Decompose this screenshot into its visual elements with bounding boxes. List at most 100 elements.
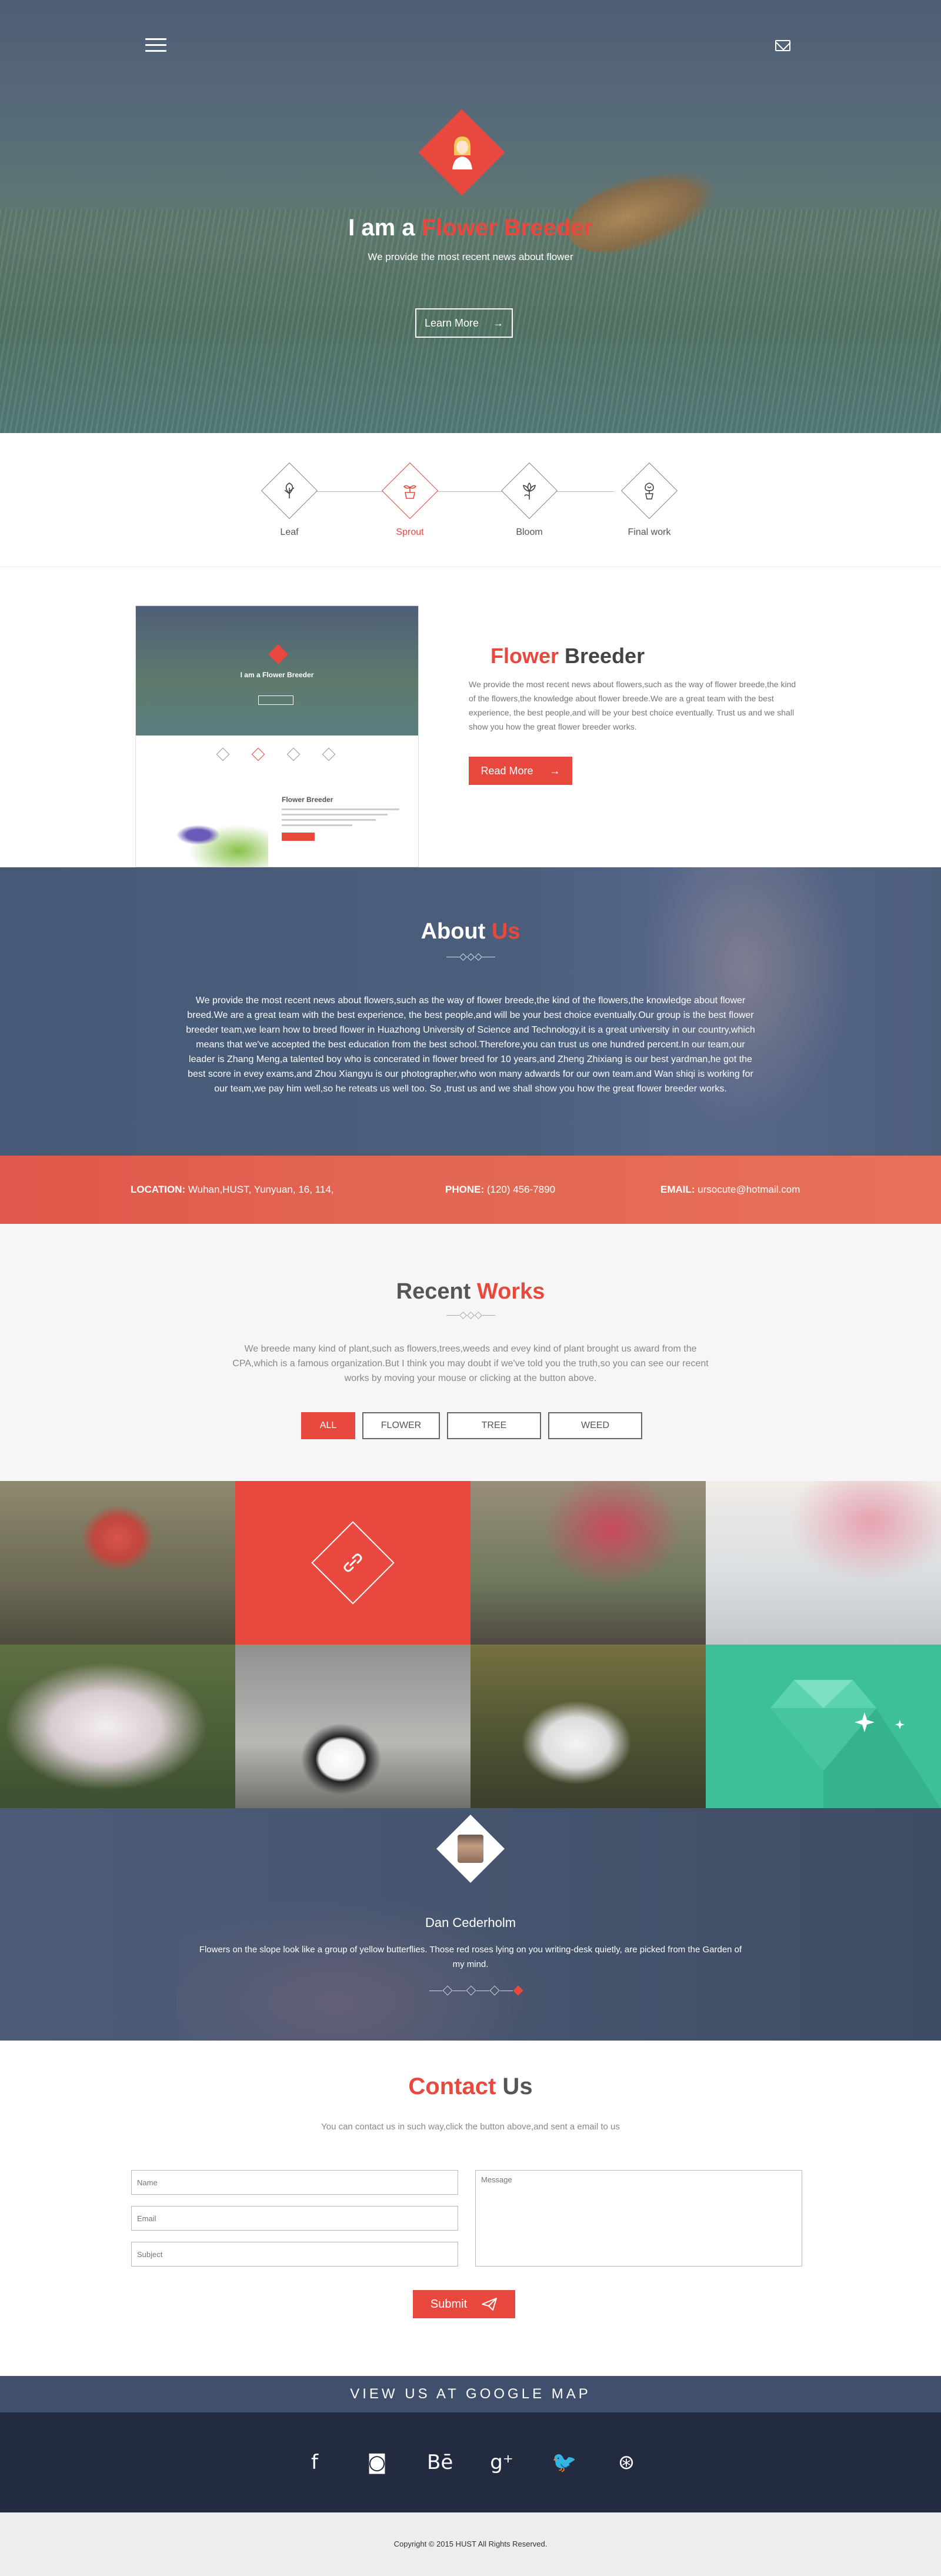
step-leaf[interactable]: Leaf bbox=[254, 462, 325, 538]
read-more-label: Read More bbox=[480, 764, 533, 777]
mockup-hero: I am a Flower Breeder bbox=[136, 606, 418, 735]
paper-plane-icon bbox=[482, 2298, 498, 2311]
read-more-button[interactable]: Read More → bbox=[469, 757, 572, 785]
google-map-button[interactable]: VIEW US AT GOOGLE MAP bbox=[0, 2376, 941, 2412]
copyright: Copyright © 2015 HUST All Rights Reserve… bbox=[0, 2512, 941, 2576]
leaf-icon bbox=[284, 482, 295, 498]
mockup-flower-image bbox=[168, 814, 268, 867]
coffee-cup-photo[interactable] bbox=[235, 1645, 470, 1808]
step-label: Bloom bbox=[516, 527, 543, 537]
pager-dot[interactable] bbox=[489, 1985, 500, 1996]
hero-subtitle: We provide the most recent news about fl… bbox=[368, 251, 573, 262]
contact-title: Contact Us bbox=[0, 2074, 941, 2100]
gallery-hover-tile[interactable] bbox=[235, 1481, 470, 1645]
step-label: Sprout bbox=[396, 527, 424, 537]
diamond-graphic-tile[interactable] bbox=[706, 1645, 941, 1808]
about-title-accent: Us bbox=[491, 919, 520, 944]
recent-works-section: Recent Works We breede many kind of plan… bbox=[0, 1224, 941, 1481]
works-title-accent: Works bbox=[476, 1279, 545, 1304]
arrow-right-icon: → bbox=[493, 317, 504, 329]
hero-title-accent: Flower Breeder bbox=[421, 215, 593, 241]
hero-title: I am a Flower Breeder bbox=[0, 215, 941, 241]
mockup-read-more-button bbox=[282, 833, 315, 841]
arrow-right-icon: → bbox=[549, 764, 560, 777]
breeder-description: We provide the most recent news about fl… bbox=[469, 680, 796, 731]
location-label: LOCATION: bbox=[131, 1184, 186, 1195]
testimonial-avatar bbox=[458, 1835, 483, 1863]
contact-info-bar: LOCATION: Wuhan,HUST, Yunyuan, 16, 114, … bbox=[0, 1156, 941, 1224]
bloom-icon bbox=[523, 482, 536, 500]
pager-dot[interactable] bbox=[466, 1985, 476, 1996]
white-lilac-photo[interactable] bbox=[0, 1645, 235, 1808]
social-links: f ◙ Bē g⁺ 🐦 ⊛ bbox=[0, 2412, 941, 2512]
testimonial-pager bbox=[429, 1985, 523, 1996]
subject-field[interactable] bbox=[131, 2242, 458, 2267]
learn-more-label: Learn More bbox=[424, 317, 479, 329]
phone-info: PHONE: (120) 456-7890 bbox=[445, 1184, 555, 1196]
twitter-icon[interactable]: 🐦 bbox=[552, 2451, 576, 2474]
works-title: Recent Works bbox=[0, 1279, 941, 1304]
works-gallery bbox=[0, 1481, 941, 1808]
mockup-avatar-diamond bbox=[268, 644, 288, 664]
message-field[interactable] bbox=[475, 2170, 802, 2267]
submit-label: Submit bbox=[430, 2297, 468, 2311]
pager-dot-active[interactable] bbox=[513, 1985, 523, 1996]
hero-title-prefix: I am a bbox=[348, 215, 422, 241]
step-label: Leaf bbox=[280, 527, 299, 537]
process-connector-line bbox=[312, 491, 614, 492]
pager-dot[interactable] bbox=[442, 1985, 453, 1996]
avatar-icon bbox=[452, 137, 472, 169]
works-filter-bar: ALL FLOWER TREE WEED bbox=[301, 1412, 642, 1439]
step-label: Final work bbox=[628, 527, 671, 537]
testimonial-name: Dan Cederholm bbox=[425, 1915, 516, 1930]
link-icon[interactable] bbox=[340, 1550, 366, 1576]
about-title: About Us bbox=[0, 919, 941, 944]
sprout-icon bbox=[403, 485, 417, 499]
facebook-icon[interactable]: f bbox=[302, 2451, 327, 2474]
email-info[interactable]: EMAIL: ursocute@hotmail.com bbox=[660, 1184, 800, 1196]
contact-title-accent: Contact bbox=[408, 2074, 496, 2099]
submit-button[interactable]: Submit bbox=[413, 2290, 515, 2318]
location-value: Wuhan,HUST, Yunyuan, 16, 114, bbox=[185, 1184, 334, 1195]
phone-value: (120) 456-7890 bbox=[484, 1184, 556, 1195]
breeder-title-accent: Flower bbox=[490, 644, 559, 668]
filter-flower-button[interactable]: FLOWER bbox=[362, 1412, 440, 1439]
dribbble-icon[interactable]: ⊛ bbox=[614, 2451, 639, 2474]
testimonial-section: Dan Cederholm Flowers on the slope look … bbox=[0, 1808, 941, 2041]
location-info: LOCATION: Wuhan,HUST, Yunyuan, 16, 114, bbox=[131, 1184, 334, 1196]
works-description: We breede many kind of plant,such as flo… bbox=[232, 1344, 709, 1383]
step-final-work[interactable]: Final work bbox=[614, 462, 685, 538]
step-sprout[interactable]: Sprout bbox=[375, 462, 445, 538]
mockup-steps bbox=[136, 735, 418, 777]
filter-tree-button[interactable]: TREE bbox=[447, 1412, 541, 1439]
about-section: About Us We provide the most recent news… bbox=[0, 867, 941, 1156]
instagram-icon[interactable]: ◙ bbox=[365, 2451, 389, 2474]
contact-description: You can contact us in such way,click the… bbox=[321, 2122, 620, 2132]
dandelion-photo[interactable] bbox=[470, 1645, 706, 1808]
step-bloom[interactable]: Bloom bbox=[494, 462, 565, 538]
filter-weed-button[interactable]: WEED bbox=[548, 1412, 642, 1439]
about-text: We provide the most recent news about fl… bbox=[186, 996, 755, 1094]
mockup-heading: Flower Breeder bbox=[282, 796, 333, 804]
phone-label: PHONE: bbox=[445, 1184, 485, 1195]
diamond-icon bbox=[770, 1680, 941, 1808]
filter-all-button[interactable]: ALL bbox=[301, 1412, 355, 1439]
learn-more-button[interactable]: Learn More → bbox=[415, 308, 513, 338]
hero-section: I am a Flower Breeder We provide the mos… bbox=[0, 0, 941, 433]
mockup-title: I am a Flower Breeder bbox=[240, 671, 314, 679]
email-field[interactable] bbox=[131, 2206, 458, 2231]
email-value[interactable]: ursocute@hotmail.com bbox=[695, 1184, 800, 1195]
testimonial-quote: Flowers on the slope look like a group o… bbox=[199, 1945, 742, 1969]
notebook-flowers-photo[interactable] bbox=[706, 1481, 941, 1645]
mushroom-photo[interactable] bbox=[0, 1481, 235, 1645]
behance-icon[interactable]: Bē bbox=[427, 2451, 453, 2474]
email-label: EMAIL: bbox=[660, 1184, 695, 1195]
google-plus-icon[interactable]: g⁺ bbox=[489, 2451, 514, 2474]
red-blossom-photo[interactable] bbox=[470, 1481, 706, 1645]
name-field[interactable] bbox=[131, 2170, 458, 2195]
section-divider bbox=[0, 1312, 941, 1319]
mail-icon[interactable] bbox=[775, 40, 790, 51]
contact-section: Contact Us You can contact us in such wa… bbox=[0, 2041, 941, 2376]
hamburger-menu-icon[interactable] bbox=[145, 38, 166, 52]
breeder-title: Flower Breeder bbox=[490, 644, 645, 668]
